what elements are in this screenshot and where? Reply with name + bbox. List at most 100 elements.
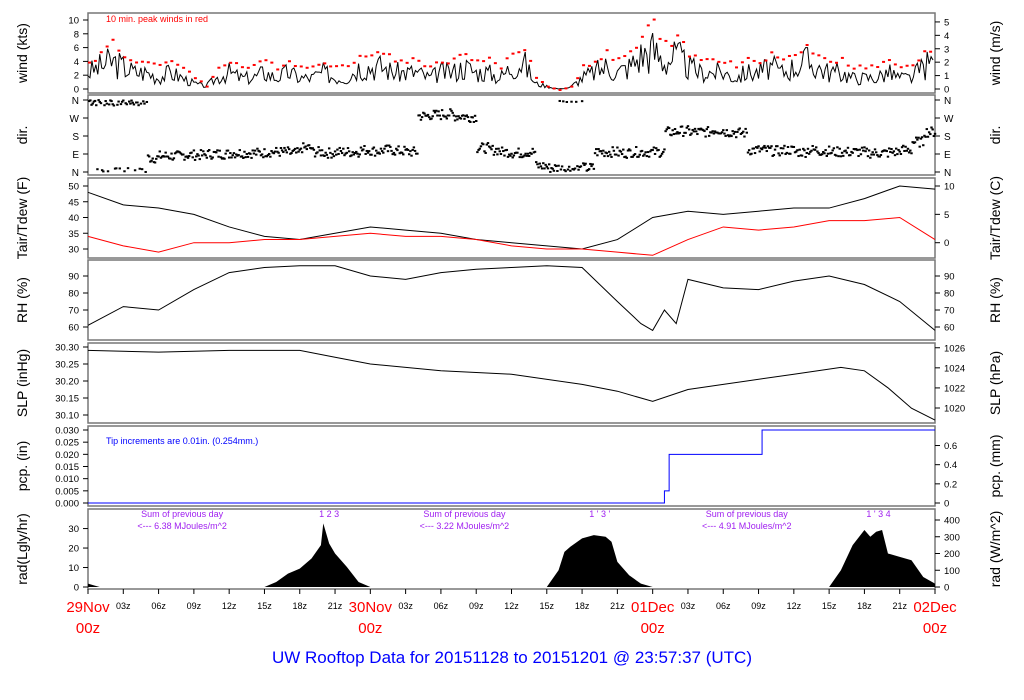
slp-ylabel-right: SLP (hPa) (987, 351, 1003, 415)
dir-point (393, 153, 397, 156)
peak-wind-mark (140, 60, 144, 63)
dir-point (147, 155, 151, 158)
dir-point (459, 117, 463, 120)
pcp-ylabel-left: pcp. (in) (14, 441, 30, 492)
dir-point (785, 151, 788, 154)
dir-point (233, 156, 237, 159)
dir-point (903, 149, 906, 152)
dir-point (753, 152, 757, 155)
dir-point (792, 145, 796, 148)
dir-point (629, 149, 632, 152)
dir-point (511, 156, 514, 159)
dir-point (373, 154, 377, 157)
dir-point (132, 103, 136, 106)
dir-point (297, 150, 300, 153)
ytick-label-left: 80 (68, 289, 79, 300)
daily-sum-label: Sum of previous day (706, 509, 789, 519)
peak-wind-mark (293, 65, 297, 68)
peak-wind-mark (864, 67, 868, 70)
dir-point (351, 151, 354, 154)
dir-point (190, 151, 193, 154)
dir-point (339, 150, 343, 153)
peak-wind-mark (105, 45, 109, 48)
dir-point (720, 131, 724, 134)
dir-point (909, 149, 912, 152)
dir-point (789, 152, 792, 155)
ytick-label-right: 0 (944, 238, 949, 249)
dir-point (611, 146, 614, 149)
ytick-label-right: 70 (944, 306, 955, 317)
peak-wind-mark (587, 64, 591, 67)
dir-point (107, 103, 111, 106)
dir-point (712, 132, 716, 135)
day-label-date: 30Nov (349, 599, 393, 616)
peak-wind-mark (611, 58, 615, 61)
day-label-date: 01Dec (631, 599, 675, 616)
dir-ylabel-left: dir. (14, 126, 30, 145)
dir-point (478, 147, 481, 150)
dir-point (758, 150, 761, 153)
dir-point (97, 99, 100, 102)
peak-wind-mark (329, 65, 333, 68)
dir-point (115, 167, 118, 170)
dir-point (453, 119, 457, 122)
day-marker: 1 ' 3 ' (589, 509, 610, 519)
ytick-label-left: 30.10 (55, 411, 79, 422)
ytick-label-left: 0 (74, 85, 79, 96)
dir-point (538, 162, 541, 165)
dir-point (692, 130, 696, 133)
dir-point (885, 150, 888, 153)
dir-point (318, 149, 321, 152)
dir-point (663, 148, 666, 151)
dir-point (193, 158, 197, 161)
peak-wind-mark (805, 44, 809, 47)
dir-point (217, 155, 220, 158)
peak-wind-mark (229, 61, 233, 64)
dir-point (187, 155, 191, 158)
dir-panel-frame (87, 94, 936, 176)
dir-point (250, 156, 253, 159)
dir-point (440, 109, 444, 112)
dir-point (482, 143, 485, 146)
dir-point (824, 149, 827, 152)
dir-point (860, 146, 864, 149)
dir-point (345, 151, 349, 154)
dir-point (732, 132, 736, 135)
daily-sum-label: Sum of previous day (423, 509, 506, 519)
ytick-label-right: 400 (944, 516, 960, 527)
dir-point (407, 153, 411, 156)
dir-point (500, 146, 504, 149)
dir-point (279, 147, 283, 150)
dir-point (844, 149, 847, 152)
dir-point (413, 149, 417, 152)
dir-point (385, 144, 389, 147)
dir-point (886, 155, 890, 158)
rh-ylabel-right: RH (%) (987, 277, 1003, 323)
dir-point (329, 151, 332, 154)
dir-point (416, 152, 419, 155)
dir-point (131, 101, 134, 104)
dir-point (647, 155, 651, 158)
dir-point (831, 149, 834, 152)
dir-point (682, 134, 685, 137)
dir-point (680, 125, 684, 128)
peak-wind-mark (758, 62, 762, 65)
wind-series-wind (87, 32, 934, 90)
dir-point (137, 104, 140, 107)
dir-point (231, 154, 234, 157)
dir-point (450, 109, 453, 112)
dir-point (764, 146, 767, 149)
dir-point (769, 146, 772, 149)
ytick-label-right: 0 (944, 499, 949, 510)
peak-wind-mark (223, 64, 227, 67)
xtick-label: 06z (716, 601, 731, 611)
dir-point (592, 167, 596, 170)
dir-point (226, 149, 230, 152)
dir-point (600, 152, 604, 155)
dir-point (863, 146, 866, 149)
peak-wind-mark (382, 52, 386, 55)
dir-point (593, 152, 597, 155)
dir-point (262, 156, 265, 159)
dir-point (856, 149, 859, 152)
peak-wind-mark (793, 54, 797, 57)
